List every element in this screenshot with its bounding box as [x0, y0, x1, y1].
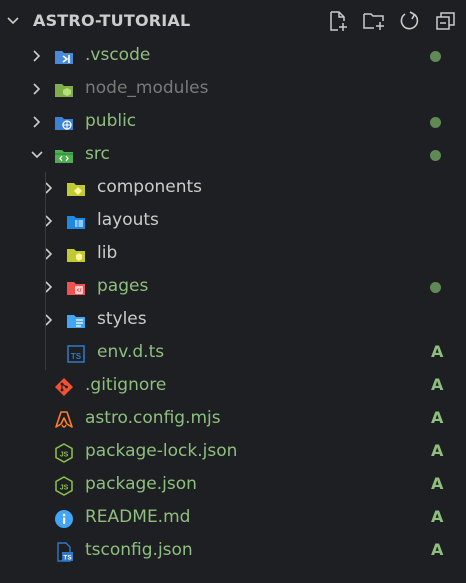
chevron-right-icon[interactable] — [30, 49, 44, 63]
file-row-package-lock-json[interactable]: JS package-lock.json A — [0, 436, 466, 469]
typescript-icon: TS — [67, 345, 85, 363]
tsconfig-icon: TS — [57, 542, 73, 562]
explorer-title: ASTRO-TUTORIAL — [33, 11, 191, 30]
folder-row-styles[interactable]: styles — [0, 304, 466, 337]
modified-dot — [430, 51, 441, 62]
folder-row-vscode[interactable]: .vscode — [0, 40, 466, 73]
explorer-header[interactable]: ASTRO-TUTORIAL — [0, 0, 466, 40]
chevron-down-icon[interactable] — [30, 148, 44, 162]
components-folder-icon — [67, 183, 85, 196]
folder-row-src[interactable]: src — [0, 139, 466, 172]
file-row-tsconfig-json[interactable]: TS tsconfig.json A — [0, 535, 466, 568]
pages-folder-icon — [67, 282, 85, 295]
tree-item-label: package.json — [85, 474, 197, 494]
modified-dot — [430, 150, 441, 161]
svg-text:JS: JS — [60, 452, 69, 459]
svg-text:TS: TS — [63, 555, 72, 562]
folder-row-pages[interactable]: pages — [0, 271, 466, 304]
tree-item-label: layouts — [97, 210, 159, 230]
tree-item-label: public — [85, 111, 137, 131]
nodejs-icon: JS — [55, 443, 73, 463]
file-row-package-json[interactable]: JS package.json A — [0, 469, 466, 502]
indent-guide — [45, 172, 46, 370]
tree-item-label: src — [85, 144, 110, 164]
tree-item-label: styles — [97, 309, 147, 329]
refresh-icon[interactable] — [398, 9, 422, 33]
folder-row-node-modules[interactable]: node_modules — [0, 73, 466, 106]
vscode-folder-icon — [55, 51, 73, 64]
astro-icon — [55, 411, 73, 428]
info-icon — [55, 510, 73, 528]
file-row-gitignore[interactable]: .gitignore A — [0, 370, 466, 403]
git-icon — [55, 378, 73, 396]
modified-dot — [430, 117, 441, 128]
tree-item-label: package-lock.json — [85, 441, 238, 461]
chevron-right-icon[interactable] — [30, 82, 44, 96]
new-folder-icon[interactable] — [362, 9, 386, 33]
tree-item-label: env.d.ts — [97, 342, 165, 362]
folder-row-components[interactable]: components — [0, 172, 466, 205]
collapse-all-icon[interactable] — [434, 9, 458, 33]
tree-item-label: pages — [97, 276, 149, 296]
tree-item-label: .gitignore — [85, 375, 167, 395]
modified-dot — [430, 282, 441, 293]
public-folder-icon — [55, 117, 73, 130]
lib-folder-icon — [67, 249, 85, 262]
styles-folder-icon — [67, 315, 85, 328]
tree-item-label: README.md — [85, 507, 191, 527]
chevron-down-icon[interactable] — [6, 14, 20, 28]
file-row-env-d-ts[interactable]: TS env.d.ts A — [0, 337, 466, 370]
file-row-readme-md[interactable]: README.md A — [0, 502, 466, 535]
chevron-right-icon[interactable] — [30, 115, 44, 129]
git-status-badge: A — [431, 375, 444, 394]
svg-text:TS: TS — [71, 352, 82, 361]
folder-row-layouts[interactable]: layouts — [0, 205, 466, 238]
git-status-badge: A — [431, 507, 444, 526]
node-folder-icon — [55, 84, 73, 97]
folder-row-lib[interactable]: lib — [0, 238, 466, 271]
tree-item-label: lib — [97, 243, 118, 263]
git-status-badge: A — [431, 342, 444, 361]
tree-item-label: astro.config.mjs — [85, 408, 221, 428]
new-file-icon[interactable] — [326, 9, 350, 33]
folder-row-public[interactable]: public — [0, 106, 466, 139]
layouts-folder-icon — [67, 216, 85, 229]
git-status-badge: A — [431, 474, 444, 493]
git-status-badge: A — [431, 540, 444, 559]
tree-item-label: node_modules — [85, 78, 209, 98]
tree-item-label: tsconfig.json — [85, 540, 193, 560]
file-row-astro-config-mjs[interactable]: astro.config.mjs A — [0, 403, 466, 436]
git-status-badge: A — [431, 441, 444, 460]
src-folder-icon — [55, 150, 73, 163]
git-status-badge: A — [431, 408, 444, 427]
svg-text:JS: JS — [60, 485, 69, 492]
tree-item-label: components — [97, 177, 203, 197]
tree-item-label: .vscode — [85, 45, 151, 65]
nodejs-icon: JS — [55, 476, 73, 496]
